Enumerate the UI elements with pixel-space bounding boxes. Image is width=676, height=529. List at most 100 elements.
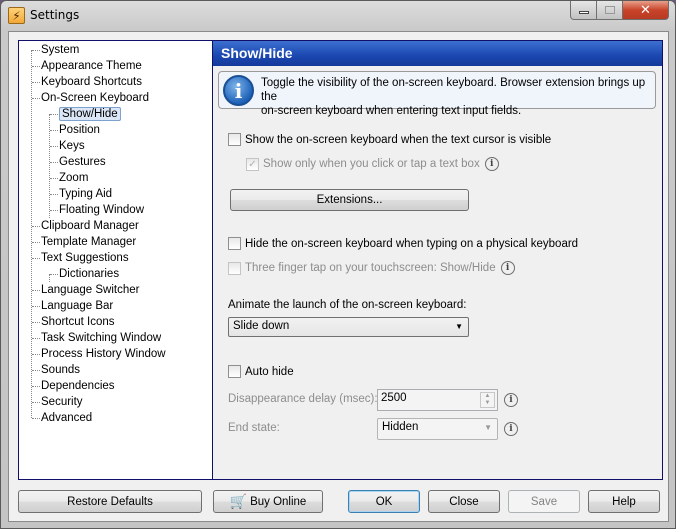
info-text: Toggle the visibility of the on-screen k… [261,76,655,118]
show-when-cursor-checkbox[interactable]: Show the on-screen keyboard when the tex… [228,133,551,146]
tree-connector [50,130,58,131]
tree-item-label: Language Bar [41,300,114,312]
tree-connector [32,322,40,323]
auto-hide-checkbox[interactable]: Auto hide [228,365,294,378]
three-finger-tap-checkbox[interactable]: Three finger tap on your touchscreen: Sh… [228,261,515,275]
extensions-button[interactable]: Extensions... [230,189,469,211]
tree-item-label: Keys [59,140,85,152]
tree-item[interactable]: Show/Hide [59,106,121,122]
delay-spinbox[interactable]: 2500 ▲ ▼ [377,389,498,411]
maximize-button[interactable] [597,1,623,20]
tree-connector [32,386,40,387]
animate-label: Animate the launch of the on-screen keyb… [228,299,467,311]
tree-connector [32,66,40,67]
tree-connector [50,274,58,275]
checkbox-box[interactable] [228,237,241,250]
tree-item[interactable]: Zoom [59,170,88,186]
tree-item[interactable]: Appearance Theme [41,58,142,74]
info-help-icon[interactable]: i [504,393,518,407]
dialog-client-area: System Appearance Theme Keyboard Shortcuts… [8,31,669,522]
tree-connector [32,242,40,243]
tree-item[interactable]: Dependencies [41,378,115,394]
tree-item-label: Dependencies [41,380,115,392]
tree-item[interactable]: Process History Window [41,346,166,362]
checkbox-box[interactable] [228,365,241,378]
help-button[interactable]: Help [588,490,660,513]
dropdown-value: Hidden [382,421,419,433]
hide-when-typing-checkbox[interactable]: Hide the on-screen keyboard when typing … [228,237,578,250]
info-help-icon[interactable]: i [484,157,499,171]
tree-connector [32,402,40,403]
title-bar: ⚡ Settings ✕ [1,1,675,31]
tree-item[interactable]: Shortcut Icons [41,314,115,330]
tree-connector [32,98,40,99]
tree-item-label: On-Screen Keyboard [41,92,150,104]
info-help-icon[interactable]: i [500,261,515,275]
tree-item[interactable]: On-Screen Keyboard [41,90,149,106]
tree-connector [32,338,40,339]
tree-item[interactable]: Text Suggestions [41,250,129,266]
tree-item[interactable]: Sounds [41,362,80,378]
tree-item[interactable]: Dictionaries [59,266,119,282]
ok-button[interactable]: OK [348,490,420,513]
info-text-line: Toggle the visibility of the on-screen k… [261,77,646,103]
checkbox-box[interactable] [228,133,241,146]
info-help-icon[interactable]: i [504,422,518,436]
minimize-button[interactable] [570,1,597,20]
info-icon: i [223,75,254,106]
tree-item-label: Advanced [41,412,93,424]
checkbox-label: Three finger tap on your touchscreen: Sh… [245,262,496,274]
tree-item[interactable]: Clipboard Manager [41,218,139,234]
close-button[interactable]: Close [428,490,500,513]
buy-online-button[interactable]: 🛒 Buy Online [213,490,323,513]
checkbox-label: Hide the on-screen keyboard when typing … [245,237,579,250]
show-only-click-checkbox[interactable]: ✓ Show only when you click or tap a text… [246,157,499,171]
tree-item-label: Keyboard Shortcuts [41,76,143,88]
spin-down-icon[interactable]: ▼ [481,400,494,407]
tree-connector [32,226,40,227]
chevron-down-icon: ▼ [455,322,463,331]
settings-tree[interactable]: System Appearance Theme Keyboard Shortcuts… [18,40,213,480]
tree-connector [50,114,58,115]
tree-item[interactable]: Position [59,122,100,138]
tree-item-label: Dictionaries [59,268,120,280]
checkbox-box[interactable] [228,261,241,275]
tree-item[interactable]: Language Bar [41,298,113,314]
panel-title: Show/Hide [213,41,662,66]
info-box: i Toggle the visibility of the on-screen… [218,71,656,117]
tree-item[interactable]: Template Manager [41,234,136,250]
tree-item[interactable]: Advanced [41,410,92,426]
delay-label: Disappearance delay (msec): [228,393,378,405]
tree-item-label: System [41,44,80,56]
tree-connector [32,354,40,355]
tree-item[interactable]: System [41,42,79,58]
checkbox-label: Auto hide [245,365,294,378]
tree-connector [32,418,40,419]
save-button[interactable]: Save [508,490,580,513]
checkbox-label: Show only when you click or tap a text b… [263,158,480,170]
close-window-button[interactable]: ✕ [623,1,669,20]
animate-dropdown[interactable]: Slide down ▼ [228,317,469,337]
tree-item-label: Security [41,396,83,408]
spin-up-icon[interactable]: ▲ [481,393,494,400]
tree-item[interactable]: Security [41,394,83,410]
tree-item[interactable]: Gestures [59,154,106,170]
checkbox-box[interactable]: ✓ [246,157,259,171]
tree-connector [50,210,58,211]
tree-item[interactable]: Floating Window [59,202,144,218]
tree-item-label: Position [59,124,100,136]
tree-connector [32,258,40,259]
tree-item-label: Typing Aid [59,188,113,200]
restore-defaults-button[interactable]: Restore Defaults [18,490,202,513]
close-icon: ✕ [640,2,651,18]
tree-connector [32,50,40,51]
tree-item[interactable]: Keys [59,138,85,154]
tree-item[interactable]: Task Switching Window [41,330,161,346]
tree-item[interactable]: Keyboard Shortcuts [41,74,142,90]
tree-item-label: Language Switcher [41,284,140,296]
spin-buttons[interactable]: ▲ ▼ [480,392,495,408]
tree-item-label: Sounds [41,364,81,376]
tree-item[interactable]: Language Switcher [41,282,139,298]
tree-item[interactable]: Typing Aid [59,186,112,202]
end-state-dropdown[interactable]: Hidden ▼ [377,418,498,440]
